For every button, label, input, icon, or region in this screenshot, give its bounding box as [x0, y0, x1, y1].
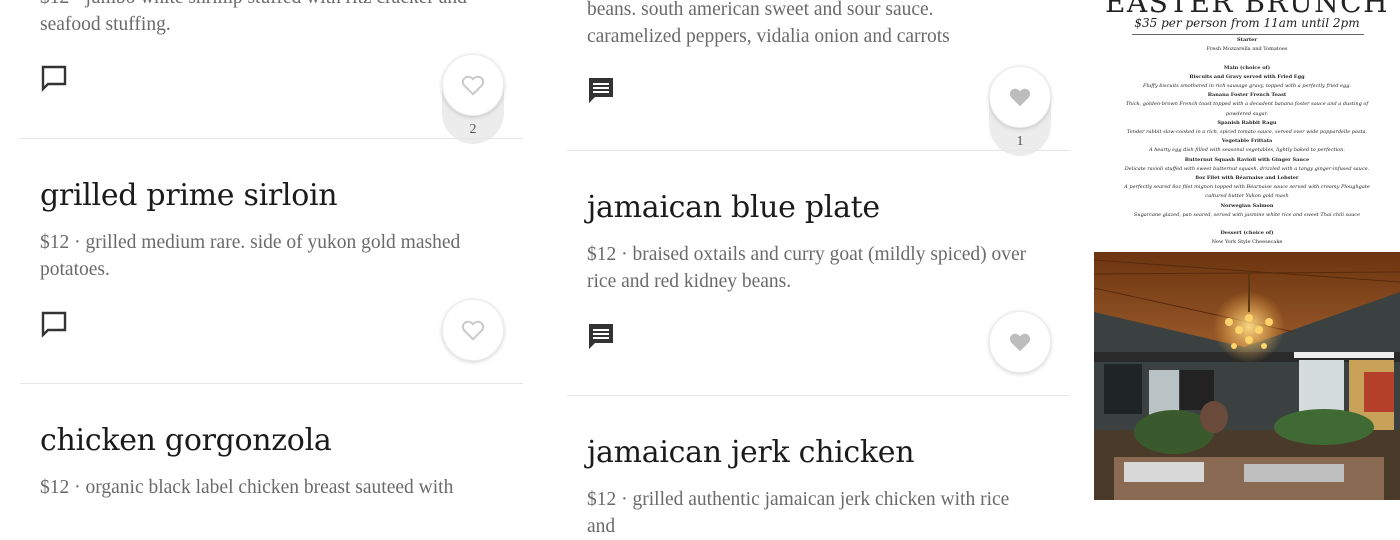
- menu-image-line: Spanish Rabbit Ragu: [1217, 119, 1277, 126]
- menu-image-line: New York Style Cheesecake: [1211, 239, 1283, 246]
- comment-outline-icon[interactable]: [40, 64, 68, 92]
- menu-image-rule: [1132, 34, 1364, 35]
- comment-filled-icon[interactable]: [587, 322, 615, 350]
- menu-item-card: jamaican jerk chicken $12 · grilled auth…: [567, 396, 1070, 537]
- item-description: $12 · organic black label chicken breast…: [40, 477, 454, 498]
- menu-item-card: beans. south american sweet and sour sau…: [567, 0, 1070, 156]
- menu-image-line: Banana Foster French Toast: [1207, 92, 1287, 99]
- menu-image-line: Tender rabbit slow-cooked in a rich, spi…: [1126, 129, 1368, 135]
- menu-image-line: Butternut Squash Ravioli with Ginger Sau…: [1184, 156, 1310, 163]
- heart-outline-icon: [461, 75, 485, 96]
- like-count: 2: [469, 122, 477, 137]
- dining-room-photo[interactable]: [1094, 252, 1400, 500]
- item-name[interactable]: chicken gorgonzola: [40, 423, 332, 458]
- menu-image-line: 8oz Filet with Béarnaise and Lobster: [1195, 175, 1299, 181]
- like-button[interactable]: [989, 311, 1051, 373]
- menu-image-line: Dessert (choice of): [1220, 230, 1274, 237]
- like-button[interactable]: [442, 299, 504, 361]
- item-description: $12 · jumbo white shrimp stuffed with ri…: [40, 0, 467, 35]
- item-description: $12 · grilled medium rare. side of yukon…: [40, 232, 461, 280]
- menu-image-price: $35 per person from 11am until 2pm: [1134, 16, 1360, 30]
- menu-image-line: Fresh Mozzarella and Tomatoes: [1206, 46, 1288, 53]
- menu-image-line: cultured butter Yukon gold mash: [1205, 193, 1289, 200]
- menu-image-line: Biscuits and Gravy served with Fried Egg: [1189, 73, 1305, 80]
- item-name[interactable]: jamaican blue plate: [587, 190, 880, 225]
- heart-filled-icon: [1009, 88, 1031, 107]
- heart-outline-icon: [461, 320, 485, 341]
- menu-image-line: Thick, golden-brown French toast topped …: [1125, 101, 1369, 108]
- item-description: $12 · grilled authentic jamaican jerk ch…: [587, 489, 1010, 537]
- brunch-menu-image[interactable]: EASTER BRUNCH $35 per person from 11am u…: [1094, 0, 1400, 252]
- image-column: EASTER BRUNCH $35 per person from 11am u…: [1094, 0, 1400, 500]
- menu-item-card: $12 · jumbo white shrimp stuffed with ri…: [20, 0, 523, 144]
- menu-item-card: jamaican blue plate $12 · braised oxtail…: [567, 151, 1070, 396]
- like-count: 1: [1016, 134, 1024, 149]
- menu-image-line: A perfectly seared 8oz filet mignon topp…: [1124, 184, 1370, 191]
- menu-image-line: powdered sugar.: [1225, 110, 1269, 117]
- item-name[interactable]: grilled prime sirloin: [40, 178, 338, 213]
- heart-filled-icon: [1009, 333, 1031, 352]
- item-name[interactable]: jamaican jerk chicken: [587, 435, 915, 470]
- like-button[interactable]: [442, 54, 504, 116]
- menu-item-card: chicken gorgonzola $12 · organic black l…: [20, 384, 523, 500]
- menu-item-card: grilled prime sirloin $12 · grilled medi…: [20, 139, 523, 384]
- menu-image-line: A hearty egg dish filled with seasonal v…: [1149, 147, 1345, 154]
- menu-image-line: Fluffy biscuits smothered in rich sausag…: [1142, 83, 1351, 89]
- item-description: beans. south american sweet and sour sau…: [587, 0, 950, 47]
- item-description: $12 · braised oxtails and curry goat (mi…: [587, 244, 1027, 292]
- menu-image-line: Starter: [1237, 37, 1257, 43]
- menu-image-line: Norwegian Salmon: [1220, 202, 1274, 209]
- comment-filled-icon[interactable]: [587, 76, 615, 104]
- menu-image-line: Main (choice of): [1223, 64, 1271, 71]
- menu-image-line: Delicate ravioli stuffed with sweet butt…: [1124, 165, 1370, 172]
- like-button[interactable]: [989, 66, 1051, 128]
- menu-image-line: Vegetable Frittata: [1221, 138, 1273, 145]
- comment-outline-icon[interactable]: [40, 310, 68, 338]
- menu-image-line: Sugarcane glazed, pan seared, served wit…: [1133, 211, 1361, 218]
